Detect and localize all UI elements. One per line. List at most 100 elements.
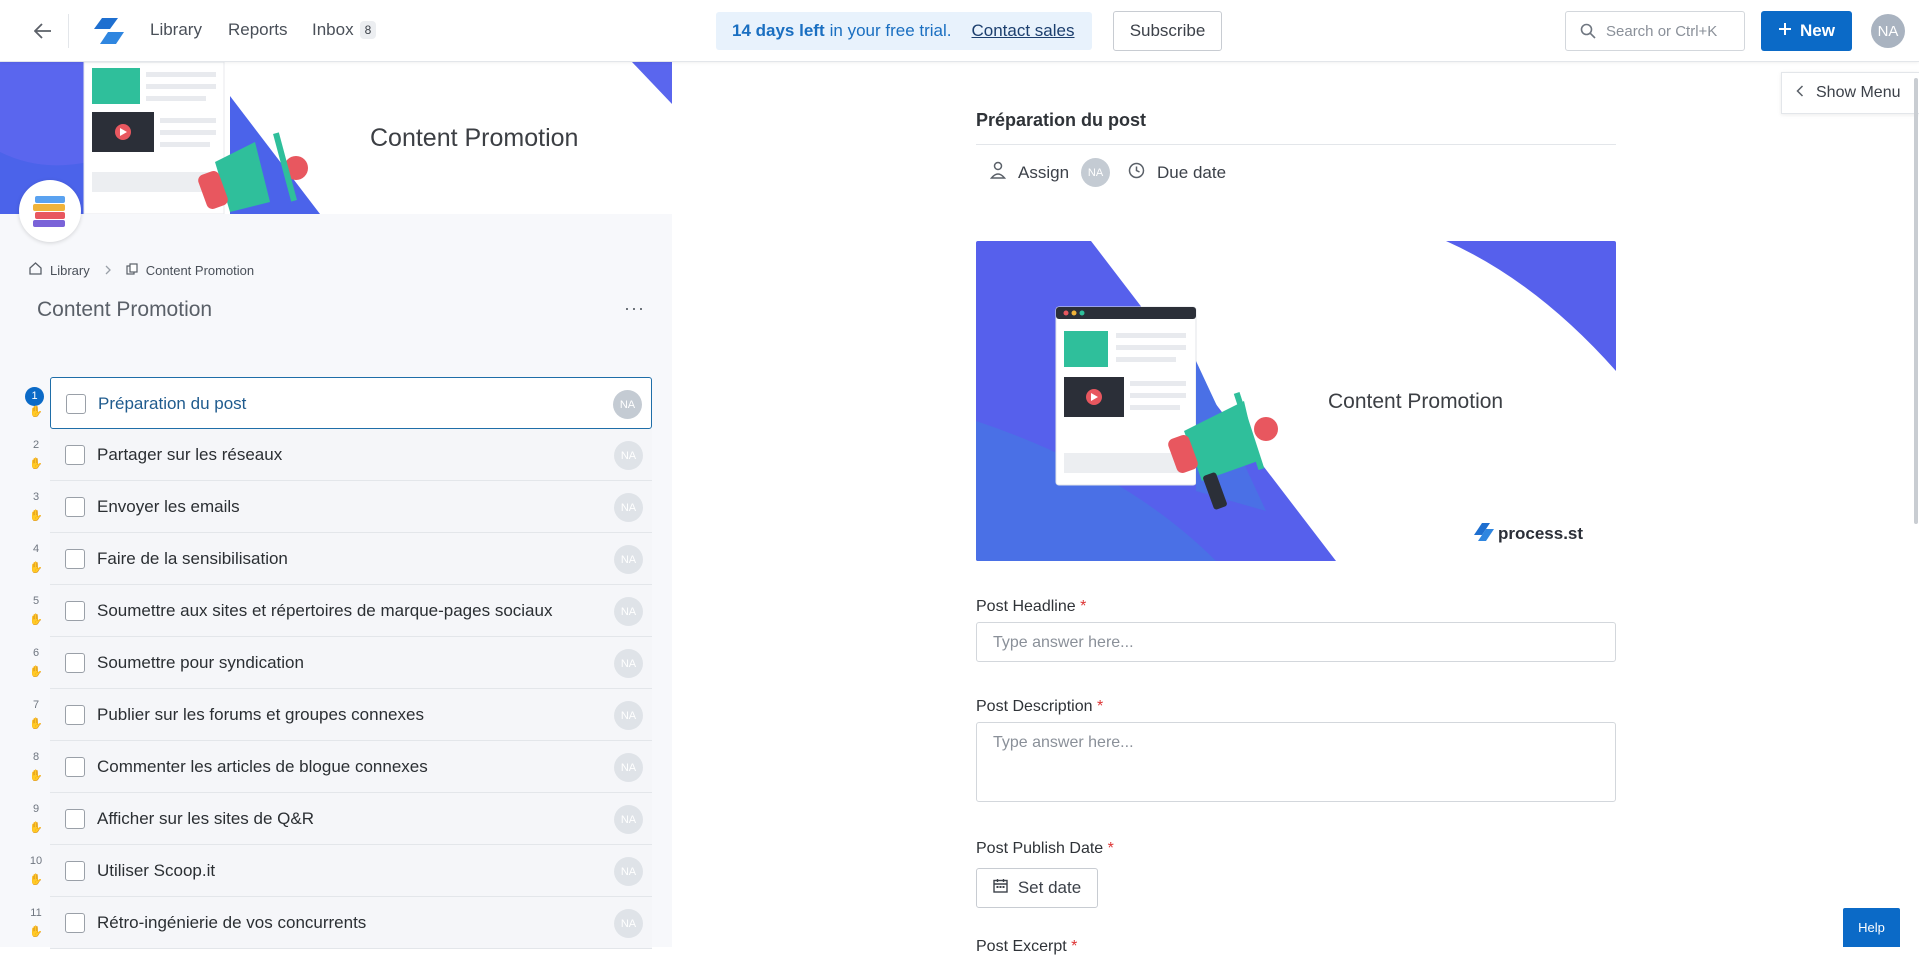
- task-item[interactable]: 11 ✋ Rétro-ingénierie de vos concurrents…: [0, 897, 672, 949]
- task-checkbox[interactable]: [66, 394, 86, 414]
- set-date-button[interactable]: Set date: [976, 868, 1098, 908]
- task-label[interactable]: Rétro-ingénierie de vos concurrents: [97, 913, 366, 933]
- scrollbar[interactable]: [1914, 78, 1918, 524]
- task-item[interactable]: 6 ✋ Soumettre pour syndication NA: [0, 637, 672, 689]
- drag-handle-icon[interactable]: ✋: [29, 665, 43, 678]
- nav-library[interactable]: Library: [150, 20, 202, 40]
- hero-illustration: [976, 241, 1616, 561]
- help-button[interactable]: Help: [1843, 908, 1900, 947]
- task-row[interactable]: Commenter les articles de blogue connexe…: [50, 741, 652, 793]
- post-description-input[interactable]: Type answer here...: [976, 722, 1616, 802]
- assignee-avatar[interactable]: NA: [613, 390, 642, 419]
- search-input[interactable]: Search or Ctrl+K: [1565, 11, 1745, 51]
- assignee-avatar[interactable]: NA: [614, 545, 643, 574]
- task-item[interactable]: 3 ✋ Envoyer les emails NA: [0, 481, 672, 533]
- task-checkbox[interactable]: [65, 497, 85, 517]
- task-label[interactable]: Partager sur les réseaux: [97, 445, 282, 465]
- task-item[interactable]: 10 ✋ Utiliser Scoop.it NA: [0, 845, 672, 897]
- due-date-button[interactable]: Due date: [1157, 163, 1226, 183]
- drag-handle-icon[interactable]: ✋: [29, 769, 43, 782]
- show-menu-button[interactable]: Show Menu: [1781, 72, 1919, 114]
- task-label[interactable]: Commenter les articles de blogue connexe…: [97, 757, 428, 777]
- task-label[interactable]: Utiliser Scoop.it: [97, 861, 215, 881]
- user-avatar[interactable]: NA: [1871, 14, 1905, 48]
- task-item[interactable]: 9 ✋ Afficher sur les sites de Q&R NA: [0, 793, 672, 845]
- task-number: 6: [32, 647, 40, 659]
- assignee-avatar[interactable]: NA: [614, 857, 643, 886]
- assignee-avatar[interactable]: NA: [1081, 158, 1111, 187]
- task-item[interactable]: 8 ✋ Commenter les articles de blogue con…: [0, 741, 672, 793]
- post-headline-input[interactable]: Type answer here...: [976, 622, 1616, 662]
- hero-title: Content Promotion: [1328, 390, 1504, 413]
- task-label[interactable]: Soumettre pour syndication: [97, 653, 304, 673]
- subscribe-button[interactable]: Subscribe: [1113, 11, 1222, 51]
- nav-reports[interactable]: Reports: [228, 20, 288, 40]
- drag-handle-icon[interactable]: ✋: [29, 925, 43, 938]
- task-row[interactable]: Soumettre aux sites et répertoires de ma…: [50, 585, 652, 637]
- chevron-right-icon: [104, 263, 112, 278]
- task-checkbox[interactable]: [65, 913, 85, 933]
- task-item[interactable]: 1 ✋ Préparation du post NA: [0, 377, 672, 429]
- drag-handle-icon[interactable]: ✋: [29, 561, 43, 574]
- task-label[interactable]: Soumettre aux sites et répertoires de ma…: [97, 601, 552, 621]
- task-row[interactable]: Utiliser Scoop.it NA: [50, 845, 652, 897]
- assignee-avatar[interactable]: NA: [614, 493, 643, 522]
- task-label[interactable]: Publier sur les forums et groupes connex…: [97, 705, 424, 725]
- task-item[interactable]: 5 ✋ Soumettre aux sites et répertoires d…: [0, 585, 672, 637]
- drag-handle-icon[interactable]: ✋: [29, 405, 43, 418]
- more-options-icon[interactable]: ···: [624, 298, 645, 319]
- user-icon: [989, 161, 1007, 184]
- task-item[interactable]: 2 ✋ Partager sur les réseaux NA: [0, 429, 672, 481]
- nav-inbox[interactable]: Inbox 8: [312, 20, 377, 40]
- task-row[interactable]: Faire de la sensibilisation NA: [50, 533, 652, 585]
- assign-button[interactable]: Assign: [1018, 163, 1069, 183]
- task-row[interactable]: Rétro-ingénierie de vos concurrents NA: [50, 897, 652, 949]
- task-checkbox[interactable]: [65, 705, 85, 725]
- task-row[interactable]: Publier sur les forums et groupes connex…: [50, 689, 652, 741]
- task-row[interactable]: Soumettre pour syndication NA: [50, 637, 652, 689]
- drag-handle-icon[interactable]: ✋: [29, 613, 43, 626]
- new-button-label: New: [1800, 21, 1835, 40]
- task-number: 11: [30, 907, 42, 919]
- task-label[interactable]: Envoyer les emails: [97, 497, 240, 517]
- assignee-avatar[interactable]: NA: [614, 753, 643, 782]
- breadcrumb-current[interactable]: Content Promotion: [146, 263, 254, 278]
- task-checkbox[interactable]: [65, 757, 85, 777]
- assignee-avatar[interactable]: NA: [614, 805, 643, 834]
- drag-handle-icon[interactable]: ✋: [29, 821, 43, 834]
- task-checkbox[interactable]: [65, 809, 85, 829]
- new-button[interactable]: New: [1761, 11, 1852, 51]
- breadcrumb-library[interactable]: Library: [50, 263, 90, 278]
- task-label[interactable]: Faire de la sensibilisation: [97, 549, 288, 569]
- drag-handle-icon[interactable]: ✋: [29, 717, 43, 730]
- task-label[interactable]: Préparation du post: [98, 394, 246, 414]
- assignee-avatar[interactable]: NA: [614, 597, 643, 626]
- task-checkbox[interactable]: [65, 653, 85, 673]
- assignee-avatar[interactable]: NA: [614, 649, 643, 678]
- assignee-avatar[interactable]: NA: [614, 441, 643, 470]
- contact-sales-link[interactable]: Contact sales: [972, 21, 1075, 41]
- task-label[interactable]: Afficher sur les sites de Q&R: [97, 809, 314, 829]
- task-hero-image: Content Promotion process.st: [976, 241, 1616, 561]
- task-row[interactable]: Afficher sur les sites de Q&R NA: [50, 793, 652, 845]
- task-item[interactable]: 4 ✋ Faire de la sensibilisation NA: [0, 533, 672, 585]
- task-item[interactable]: 7 ✋ Publier sur les forums et groupes co…: [0, 689, 672, 741]
- task-checkbox[interactable]: [65, 549, 85, 569]
- hero-brand-logo: process.st: [1498, 524, 1584, 543]
- field-label-text: Post Headline: [976, 598, 1076, 615]
- drag-handle-icon[interactable]: ✋: [29, 509, 43, 522]
- task-row[interactable]: Préparation du post NA: [50, 377, 652, 429]
- calendar-icon: [993, 878, 1008, 898]
- task-row[interactable]: Partager sur les réseaux NA: [50, 429, 652, 481]
- field-label-text: Post Publish Date: [976, 840, 1104, 857]
- task-row[interactable]: Envoyer les emails NA: [50, 481, 652, 533]
- assignee-avatar[interactable]: NA: [614, 701, 643, 730]
- assignee-avatar[interactable]: NA: [614, 909, 643, 938]
- process-street-logo-icon[interactable]: [92, 14, 126, 48]
- drag-handle-icon[interactable]: ✋: [29, 457, 43, 470]
- back-arrow-icon[interactable]: [30, 19, 56, 43]
- task-checkbox[interactable]: [65, 445, 85, 465]
- drag-handle-icon[interactable]: ✋: [29, 873, 43, 886]
- task-checkbox[interactable]: [65, 601, 85, 621]
- task-checkbox[interactable]: [65, 861, 85, 881]
